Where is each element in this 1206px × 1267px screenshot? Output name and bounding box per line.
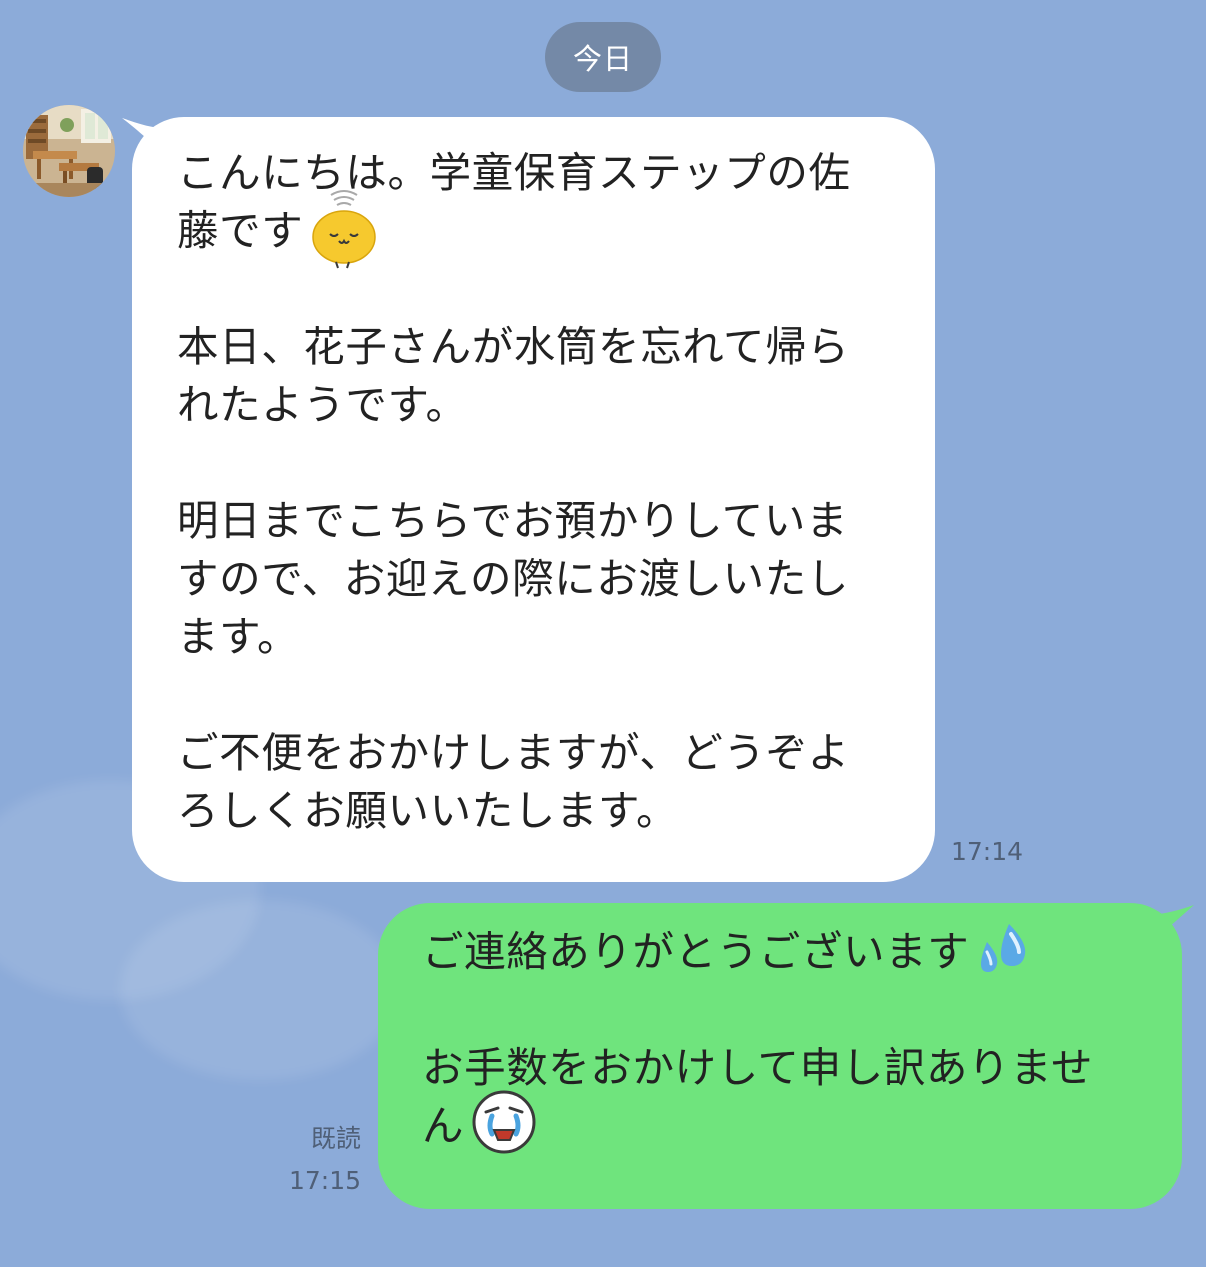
- classroom-photo-avatar: [23, 105, 115, 197]
- incoming-message-time: 17:14: [951, 837, 1024, 866]
- read-label: 既読: [310, 1124, 361, 1153]
- message-line: ご不便をおかけしますが、どうぞよ: [177, 728, 850, 777]
- outgoing-message-bubble[interactable]: ご連絡ありがとうございます お手数をおかけして申し訳ありませ ん: [378, 903, 1182, 1209]
- sender-avatar[interactable]: [23, 105, 115, 197]
- sweat-droplets-icon: [975, 920, 1035, 984]
- message-line: こんにちは。学童保育ステップの佐: [177, 148, 851, 197]
- message-text: 藤です: [177, 206, 304, 255]
- chat-screen: { "chat": { "date_separator": "今日", "inc…: [0, 0, 1206, 1267]
- message-line: ます。: [177, 612, 300, 661]
- message-line: 明日までこちらでお預かりしていま: [177, 496, 849, 545]
- incoming-message-bubble[interactable]: こんにちは。学童保育ステップの佐 藤です 本日、花子さんが水筒を忘れて帰ら れた…: [132, 117, 935, 882]
- message-line: れたようです。: [177, 380, 468, 429]
- outgoing-message-time: 17:15: [288, 1166, 361, 1195]
- message-line: 本日、花子さんが水筒を忘れて帰ら: [177, 322, 850, 371]
- message-line-with-emoji: 藤です: [177, 190, 915, 269]
- message-line-with-emoji: ご連絡ありがとうございます: [422, 923, 1162, 981]
- bowing-chick-icon: [309, 190, 379, 269]
- crying-face-icon: [470, 1090, 538, 1158]
- message-text: ご連絡ありがとうございます: [422, 927, 970, 976]
- date-separator: 今日: [545, 22, 661, 92]
- message-line: ろしくお願いいたします。: [177, 786, 679, 835]
- message-line: すので、お迎えの際にお渡しいたし: [177, 554, 849, 603]
- message-line-with-emoji: ん: [422, 1090, 1162, 1158]
- message-text: ん: [422, 1101, 465, 1150]
- read-receipt: 既読 17:15: [289, 1123, 361, 1197]
- background-cloud: [120, 900, 400, 1080]
